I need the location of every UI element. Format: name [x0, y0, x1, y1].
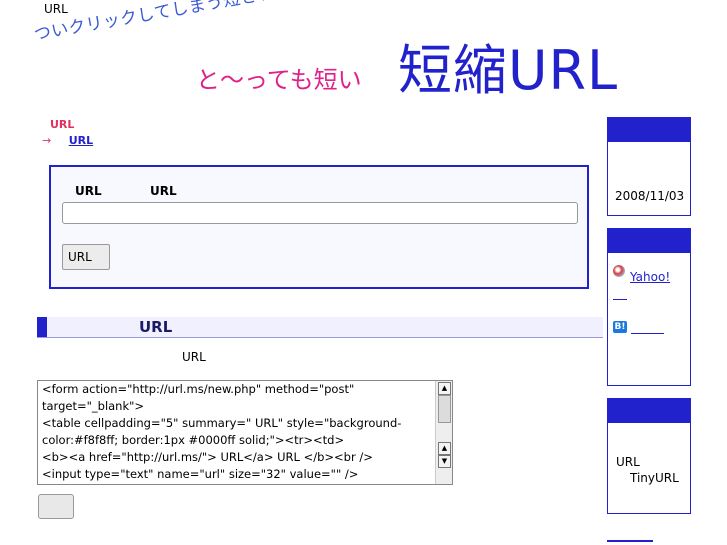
hatena-bookmark-link[interactable]	[631, 333, 664, 334]
breadcrumb-current-link[interactable]: URL	[69, 134, 93, 147]
sidebar-box-header	[608, 118, 690, 142]
scroll-down-icon[interactable]: ▼	[438, 455, 451, 468]
sidebar-date: 2008/11/03	[615, 189, 685, 203]
scroll-up-icon[interactable]: ▲	[438, 442, 451, 455]
hatena-bookmark-icon[interactable]: B!	[613, 321, 627, 333]
breadcrumb-home[interactable]: URL	[50, 118, 74, 131]
url-input[interactable]	[62, 202, 578, 224]
sidebar-box-bookmarks: Yahoo! B!	[607, 228, 691, 386]
site-logo[interactable]: 短縮URL	[398, 26, 618, 105]
copy-code-button[interactable]	[38, 494, 74, 519]
code-line: target="_blank">	[42, 399, 145, 413]
embed-code-textarea[interactable]: <form action="http://url.ms/new.php" met…	[37, 380, 453, 485]
code-line: color:#f8f8ff; border:1px #0000ff solid;…	[42, 433, 345, 447]
sidebar-box-next-edge	[607, 540, 653, 542]
section-marker	[37, 317, 47, 337]
scroll-up-icon[interactable]: ▲	[438, 382, 451, 395]
section-description: URL	[182, 350, 206, 364]
sidebar-tinyurl-text: TinyURL	[630, 471, 679, 485]
textarea-scrollbar[interactable]: ▲ ▲ ▼	[435, 381, 452, 484]
code-line: <b><a href="http://url.ms/"> URL</a> URL…	[42, 450, 373, 464]
breadcrumb-current: → URL	[42, 134, 93, 147]
slogan-text: ついクリックしてしまう短さ、高圧縮率！	[32, 0, 363, 45]
code-line: <input type="text" name="url" size="32" …	[42, 467, 359, 481]
form-label-secondary: URL	[150, 184, 177, 198]
yahoo-link-underline[interactable]	[613, 299, 627, 300]
yahoo-bookmark-link[interactable]: Yahoo!	[630, 270, 670, 284]
section-header: URL	[37, 317, 603, 338]
sidebar-related-text: URL	[616, 455, 640, 469]
section-title: URL	[139, 318, 173, 336]
shorten-submit-button[interactable]: URL	[62, 244, 110, 270]
subtitle-text: と〜っても短い	[196, 66, 362, 94]
sidebar-box-header	[608, 229, 690, 253]
sidebar-box-related: URL TinyURL	[607, 398, 691, 514]
shorten-form-panel: URL URL URL	[49, 165, 589, 289]
sidebar-box-header	[608, 399, 690, 423]
sidebar-box-info: 2008/11/03	[607, 117, 691, 216]
scroll-thumb[interactable]	[438, 395, 451, 423]
code-line: <table cellpadding="5" summary=" URL" st…	[42, 416, 402, 430]
yahoo-bookmark-icon[interactable]	[613, 265, 625, 277]
breadcrumb-arrow-icon: →	[42, 134, 52, 147]
form-label-primary: URL	[75, 184, 102, 198]
code-line: <form action="http://url.ms/new.php" met…	[42, 382, 355, 396]
